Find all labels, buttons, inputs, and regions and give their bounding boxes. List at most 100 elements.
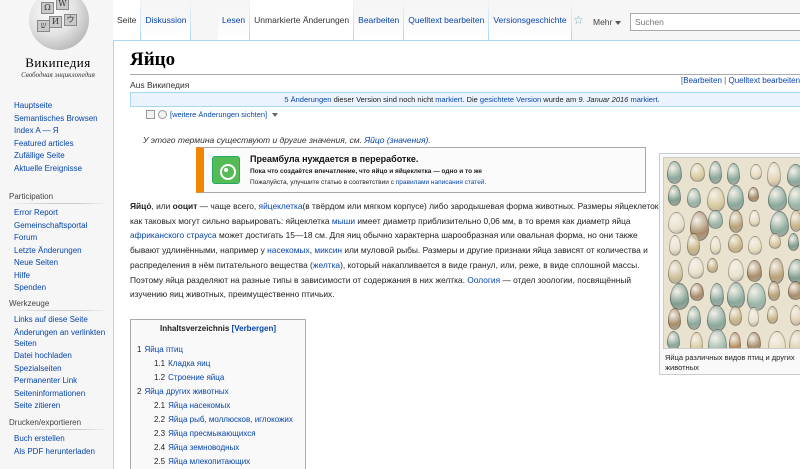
more-menu[interactable]: Mehr: [593, 17, 622, 27]
nav-link-related-changes[interactable]: Änderungen an verlinkten Seiten: [14, 327, 113, 349]
toc-item[interactable]: 2.2 Яйца рыб, моллюсков, иглокожих: [137, 413, 299, 427]
nav-link-download-pdf[interactable]: Als PDF herunterladen: [14, 446, 113, 457]
nav-link-error-report[interactable]: Error Report: [14, 207, 113, 218]
toc-link[interactable]: Яйца земноводных: [168, 443, 239, 452]
title-divider: [130, 74, 800, 75]
link-ovum[interactable]: яйцеклетка: [259, 201, 303, 211]
review-toggle[interactable]: [weitere Änderungen sichten]: [146, 110, 279, 119]
tab-edit-source[interactable]: Quelltext bearbeiten: [404, 0, 490, 40]
toc-item[interactable]: 2.5 Яйца млекопитающих: [137, 455, 299, 469]
nav-link-cite[interactable]: Seite zitieren: [14, 400, 113, 411]
link-insects[interactable]: насекомых: [267, 245, 310, 255]
tab-edit[interactable]: Bearbeiten: [354, 0, 405, 40]
nav-link-forum[interactable]: Forum: [14, 232, 113, 243]
link-hagfish[interactable]: миксин: [314, 245, 342, 255]
tab-read[interactable]: Lesen: [218, 0, 251, 40]
egg-figure: [668, 212, 685, 234]
nav-link-featured[interactable]: Featured articles: [14, 138, 113, 149]
tab-discussion[interactable]: Diskussion: [141, 0, 192, 40]
egg-figure: [790, 305, 800, 326]
egg-figure: [690, 163, 705, 182]
egg-figure: [728, 259, 744, 282]
thumbnail-caption: Яйца различных видов птиц и других живот…: [665, 353, 795, 372]
nav-link-semantic-browse[interactable]: Semantisches Browsen: [14, 113, 113, 124]
notice-title: Преамбула нуждается в переработке.: [250, 154, 419, 164]
nav-link-create-book[interactable]: Buch erstellen: [14, 433, 113, 444]
toc-link[interactable]: Строение яйца: [168, 373, 224, 382]
toc-item[interactable]: 1.2 Строение яйца: [137, 371, 299, 385]
toc-link[interactable]: Кладка яиц: [168, 359, 210, 368]
egg-figure: [748, 307, 759, 327]
review-checkbox[interactable]: [146, 110, 155, 119]
toc-link[interactable]: Яйца насекомых: [168, 401, 230, 410]
egg-figure: [769, 233, 781, 249]
nav-link-new-pages[interactable]: Neue Seiten: [14, 257, 113, 268]
toc-link[interactable]: Яйца птиц: [144, 345, 183, 354]
chevron-down-icon[interactable]: [272, 112, 279, 117]
toc-item[interactable]: 2.3 Яйца пресмыкающихся: [137, 427, 299, 441]
egg-figure: [729, 332, 741, 348]
disambiguation-link[interactable]: Яйцо (значения): [364, 135, 428, 145]
toc-link[interactable]: Яйца пресмыкающихся: [168, 429, 255, 438]
tab-page[interactable]: Seite: [113, 0, 142, 40]
toc-number: 2.4: [154, 443, 166, 452]
link-oology[interactable]: Оология: [467, 275, 500, 285]
egg-figure: [769, 258, 784, 284]
review-toggle-label[interactable]: [weitere Änderungen sichten]: [170, 110, 267, 119]
tab-history[interactable]: Versionsgeschichte: [489, 0, 572, 40]
watch-star-icon[interactable]: ☆: [573, 13, 584, 27]
search-input[interactable]: [630, 13, 800, 31]
page-title: Яйцо: [130, 49, 176, 70]
egg-figure: [767, 162, 781, 187]
edit-source-link[interactable]: Quelltext bearbeiten: [728, 76, 800, 85]
sighted-version-link[interactable]: gesichtete Version: [480, 95, 541, 104]
egg-figure: [669, 235, 681, 256]
marked-link[interactable]: markiert: [435, 95, 462, 104]
style-guide-link[interactable]: правилами написания статей: [396, 179, 485, 186]
tab-unmarked-changes[interactable]: Unmarkierte Änderungen: [250, 0, 355, 40]
nav-link-help[interactable]: Hilfe: [14, 270, 113, 281]
toc-number: 1.1: [154, 359, 166, 368]
egg-figure: [670, 283, 689, 310]
nav-link-donate[interactable]: Spenden: [14, 282, 113, 293]
edit-link[interactable]: Bearbeiten: [683, 76, 722, 85]
toc-item[interactable]: 1.1 Кладка яиц: [137, 357, 299, 371]
toc-hide-link[interactable]: [Verbergen]: [232, 324, 276, 333]
toc-item[interactable]: 2.4 Яйца земноводных: [137, 441, 299, 455]
link-ostrich[interactable]: африканского страуса: [130, 230, 217, 240]
nav-link-page-info[interactable]: Seiteninformationen: [14, 388, 113, 399]
nav-link-current-events[interactable]: Aktuelle Ereignisse: [14, 163, 113, 174]
nav-link-upload[interactable]: Datei hochladen: [14, 350, 113, 361]
puzzle-piece: ウ: [64, 14, 77, 26]
toc-link[interactable]: Яйца млекопитающих: [168, 457, 250, 466]
wikipedia-logo[interactable]: Ω W И ウ ש Википедия Свободная энциклопед…: [8, 0, 108, 84]
toc-item[interactable]: 1 Яйца птиц: [137, 343, 299, 357]
review-checkbox[interactable]: [158, 110, 167, 119]
toc-link[interactable]: Яйца других животных: [144, 387, 228, 396]
thumbnail: Яйца различных видов птиц и других живот…: [659, 153, 800, 375]
egg-figure: [729, 306, 742, 326]
egg-figure: [787, 164, 800, 187]
egg-figure: [768, 331, 786, 348]
wikipedia-globe-icon: Ω W И ウ ש: [29, 0, 89, 50]
nav-link-recent-changes[interactable]: Letzte Änderungen: [14, 245, 113, 256]
table-of-contents: Inhaltsverzeichnis [Verbergen] 1 Яйца пти…: [130, 319, 306, 469]
nav-link-what-links-here[interactable]: Links auf diese Seite: [14, 314, 113, 325]
eggs-illustration[interactable]: [663, 157, 800, 349]
egg-figure: [707, 305, 726, 332]
marked-link[interactable]: markiert: [630, 95, 657, 104]
nav-link-index[interactable]: Index A — Я: [14, 125, 113, 136]
toc-item[interactable]: 2 Яйца других животных: [137, 385, 299, 399]
link-mouse[interactable]: мыши: [332, 216, 355, 226]
nav-link-main-page[interactable]: Hauptseite: [14, 100, 113, 111]
link-yolk[interactable]: желтка: [313, 260, 340, 270]
toc-link[interactable]: Яйца рыб, моллюсков, иглокожих: [168, 415, 293, 424]
hatnote: У этого термина существуют и другие знач…: [143, 135, 431, 145]
notice-text: .: [484, 179, 487, 186]
toc-item[interactable]: 2.1 Яйца насекомых: [137, 399, 299, 413]
nav-link-permanent-link[interactable]: Permanenter Link: [14, 375, 113, 386]
nav-link-random[interactable]: Zufällige Seite: [14, 150, 113, 161]
nav-link-special-pages[interactable]: Spezialseiten: [14, 363, 113, 374]
pending-changes-link[interactable]: 5 Änderungen: [284, 95, 331, 104]
nav-link-community-portal[interactable]: Gemeinschaftsportal: [14, 220, 113, 231]
